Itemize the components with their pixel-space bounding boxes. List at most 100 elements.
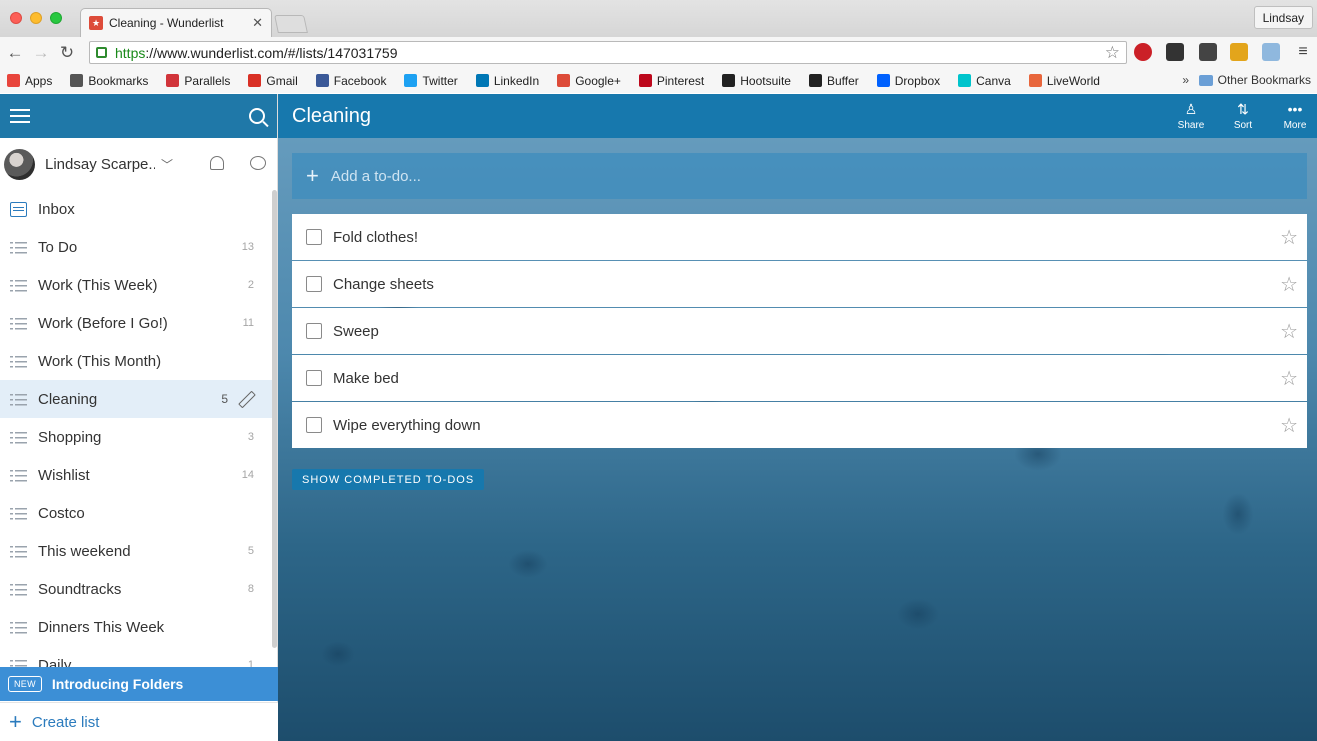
- task-checkbox[interactable]: [306, 229, 322, 245]
- sidebar-item-cleaning[interactable]: Cleaning 5: [0, 380, 272, 418]
- reload-icon[interactable]: ↻: [56, 42, 78, 64]
- create-list-button[interactable]: + Create list: [0, 702, 278, 741]
- forward-arrow-icon[interactable]: →: [30, 42, 52, 64]
- sort-button[interactable]: ⇅ Sort: [1223, 100, 1263, 131]
- chevron-down-icon[interactable]: ﹀: [161, 156, 173, 173]
- task-checkbox[interactable]: [306, 276, 322, 292]
- task-row[interactable]: Sweep ☆: [292, 308, 1307, 354]
- sidebar-item-daily[interactable]: Daily 1: [0, 646, 272, 667]
- bookmark-hootsuite[interactable]: Hootsuite: [722, 74, 791, 88]
- bookmark-pinterest[interactable]: Pinterest: [638, 74, 704, 88]
- bookmark-google-[interactable]: Google+: [557, 74, 621, 88]
- sidebar-item-work-this-week[interactable]: Work (This Week) 2: [0, 266, 272, 304]
- close-window-button[interactable]: [10, 12, 22, 24]
- puzzle-extension-icon[interactable]: [1199, 43, 1217, 61]
- sidebar-item-to-do[interactable]: To Do 13: [0, 228, 272, 266]
- star-icon[interactable]: ☆: [1280, 225, 1298, 250]
- sidebar-item-shopping[interactable]: Shopping 3: [0, 418, 272, 456]
- task-row[interactable]: Fold clothes! ☆: [292, 214, 1307, 260]
- show-completed-button[interactable]: SHOW COMPLETED TO-DOS: [292, 469, 485, 490]
- star-icon[interactable]: ☆: [1280, 413, 1298, 438]
- other-bookmarks-button[interactable]: Other Bookmarks: [1198, 73, 1311, 87]
- bookmark-gmail[interactable]: Gmail: [248, 74, 298, 88]
- bell-icon[interactable]: [210, 156, 224, 170]
- maximize-window-button[interactable]: [50, 12, 62, 24]
- minimize-window-button[interactable]: [30, 12, 42, 24]
- bookmark-linkedin[interactable]: LinkedIn: [475, 73, 540, 88]
- star-icon[interactable]: ☆: [1280, 319, 1298, 344]
- new-tab-button[interactable]: [274, 15, 308, 33]
- sort-az-icon: ⇅: [1237, 101, 1249, 117]
- sidebar-item-label: To Do: [38, 238, 78, 256]
- bookmark-label: Twitter: [422, 73, 458, 88]
- star-icon[interactable]: ☆: [1280, 272, 1298, 297]
- googleplus-icon: [557, 74, 571, 87]
- bookmark-apps[interactable]: Apps: [7, 74, 52, 88]
- introducing-folders-banner[interactable]: NEW Introducing Folders: [0, 667, 278, 701]
- pencil-icon[interactable]: [238, 391, 254, 407]
- chat-bubble-icon[interactable]: [250, 156, 266, 170]
- bookmark-twitter[interactable]: Twitter: [404, 73, 458, 88]
- more-label: More: [1283, 120, 1307, 131]
- share-button[interactable]: ♙ Share: [1171, 100, 1211, 131]
- task-row[interactable]: Change sheets ☆: [292, 261, 1307, 307]
- hamburger-menu-icon[interactable]: [10, 109, 30, 123]
- sidebar-item-label: Work (This Month): [38, 352, 162, 370]
- back-arrow-icon[interactable]: ←: [4, 42, 26, 64]
- bookmark-facebook[interactable]: Facebook: [315, 74, 386, 88]
- share-label: Share: [1177, 120, 1205, 131]
- sidebar-item-count: 13: [241, 241, 254, 253]
- bookmark-bookmarks[interactable]: Bookmarks: [70, 74, 148, 88]
- sidebar-item-soundtracks[interactable]: Soundtracks 8: [0, 570, 272, 608]
- sidebar-item-wishlist[interactable]: Wishlist 14: [0, 456, 272, 494]
- sidebar-item-this-weekend[interactable]: This weekend 5: [0, 532, 272, 570]
- task-list: Fold clothes! ☆ Change sheets ☆ Sweep ☆ Make b…: [292, 214, 1307, 449]
- list-icon: [10, 430, 27, 444]
- bookmark-dropbox[interactable]: Dropbox: [876, 74, 940, 88]
- sidebar-item-label: Daily: [38, 656, 72, 668]
- sidebar-item-label: Dinners This Week: [38, 618, 165, 636]
- search-icon[interactable]: [249, 108, 265, 124]
- sidebar-item-label: Work (Before I Go!): [38, 314, 168, 332]
- camera-extension-icon[interactable]: [1262, 43, 1280, 61]
- bookmark-buffer[interactable]: Buffer: [808, 74, 859, 88]
- task-row[interactable]: Wipe everything down ☆: [292, 402, 1307, 448]
- folder-extension-icon[interactable]: [1230, 43, 1248, 61]
- sidebar-item-count: 2: [247, 279, 254, 291]
- tab-close-icon[interactable]: ✕: [252, 15, 263, 31]
- sidebar-item-work-this-month[interactable]: Work (This Month): [0, 342, 272, 380]
- bookmark-label: Bookmarks: [88, 73, 149, 88]
- sidebar-item-costco[interactable]: Costco: [0, 494, 272, 532]
- bookmark-star-icon[interactable]: ☆: [1105, 43, 1120, 63]
- bookmark-liveworld[interactable]: LiveWorld: [1028, 74, 1100, 88]
- bookmark-canva[interactable]: Canva: [958, 74, 1011, 88]
- sidebar-scrollbar[interactable]: [272, 190, 277, 648]
- star-icon[interactable]: ☆: [1280, 366, 1298, 391]
- bookmarks-overflow-button[interactable]: »: [1182, 73, 1189, 87]
- profile-button[interactable]: Lindsay: [1253, 6, 1313, 29]
- task-checkbox[interactable]: [306, 370, 322, 386]
- parallels-icon: [166, 74, 180, 87]
- add-todo-input[interactable]: + Add a to-do...: [292, 153, 1307, 199]
- sidebar-item-inbox[interactable]: Inbox: [0, 190, 272, 228]
- sidebar-item-count: 3: [247, 431, 254, 443]
- pinterest-extension-icon[interactable]: [1134, 43, 1152, 61]
- bookmark-label: Apps: [25, 73, 53, 88]
- browser-menu-icon[interactable]: ≡: [1294, 43, 1312, 61]
- inbox-icon: [10, 201, 27, 217]
- address-bar[interactable]: https ://www.wunderlist.com/#/lists/1470…: [89, 41, 1127, 64]
- sidebar-item-dinners-this-week[interactable]: Dinners This Week: [0, 608, 272, 646]
- user-row[interactable]: Lindsay Scarpe... ﹀: [0, 138, 277, 190]
- task-checkbox[interactable]: [306, 417, 322, 433]
- sidebar-item-work-before-i-go[interactable]: Work (Before I Go!) 11: [0, 304, 272, 342]
- task-row[interactable]: Make bed ☆: [292, 355, 1307, 401]
- list-icon: [10, 506, 27, 520]
- browser-tab-active[interactable]: ★ Cleaning - Wunderlist ✕: [80, 8, 272, 37]
- bookmark-parallels[interactable]: Parallels: [166, 74, 230, 88]
- bookmark-label: Hootsuite: [740, 73, 791, 88]
- buffer-extension-icon[interactable]: [1166, 43, 1184, 61]
- bookmark-label: LinkedIn: [493, 73, 540, 88]
- sidebar-item-label: Work (This Week): [38, 276, 158, 294]
- task-checkbox[interactable]: [306, 323, 322, 339]
- more-button[interactable]: ••• More: [1275, 100, 1315, 131]
